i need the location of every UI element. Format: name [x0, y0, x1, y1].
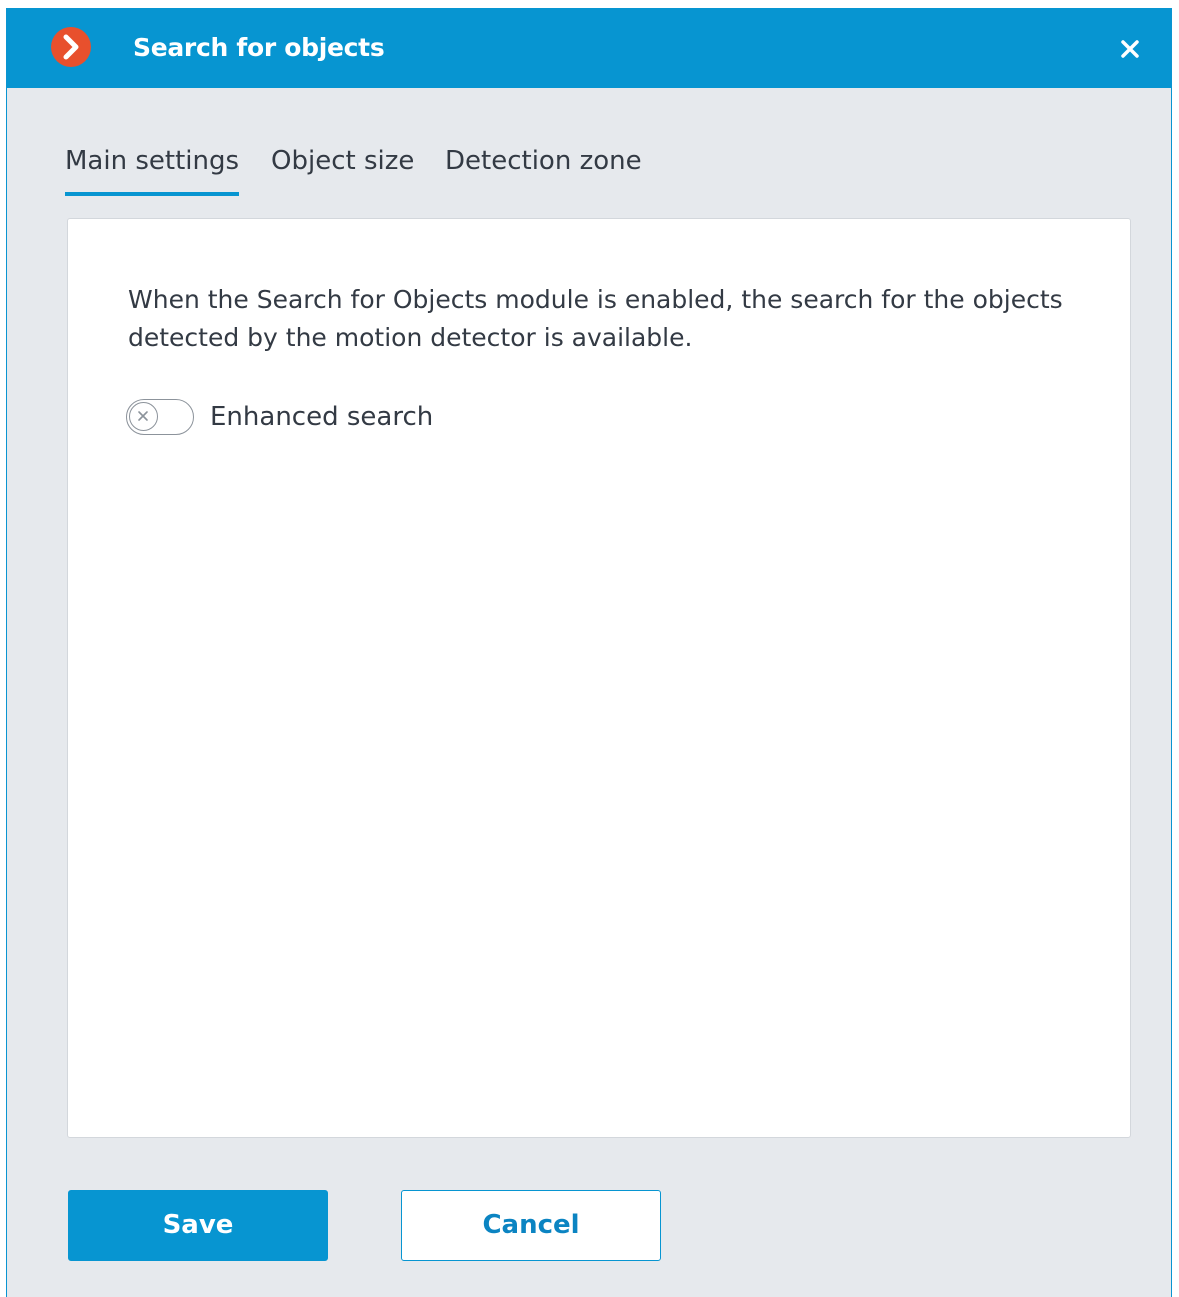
enhanced-search-label: Enhanced search — [210, 402, 434, 432]
tab-detection-zone[interactable]: Detection zone — [445, 136, 642, 196]
title-bar: Search for objects — [7, 8, 1171, 88]
tab-object-size[interactable]: Object size — [271, 136, 414, 196]
close-icon[interactable] — [1115, 34, 1145, 64]
enhanced-search-row: Enhanced search — [126, 397, 433, 437]
cancel-button[interactable]: Cancel — [401, 1190, 661, 1261]
app-logo-icon — [51, 27, 91, 67]
module-description: When the Search for Objects module is en… — [128, 285, 1063, 352]
save-button[interactable]: Save — [68, 1190, 328, 1261]
dialog-title: Search for objects — [133, 33, 385, 62]
toggle-knob — [129, 402, 158, 431]
dialog-window: Search for objects Main settings Object … — [6, 8, 1172, 1297]
enhanced-search-toggle[interactable] — [126, 399, 194, 435]
x-icon — [138, 411, 148, 421]
tab-main-settings[interactable]: Main settings — [65, 136, 240, 196]
settings-panel: When the Search for Objects module is en… — [67, 218, 1131, 1138]
